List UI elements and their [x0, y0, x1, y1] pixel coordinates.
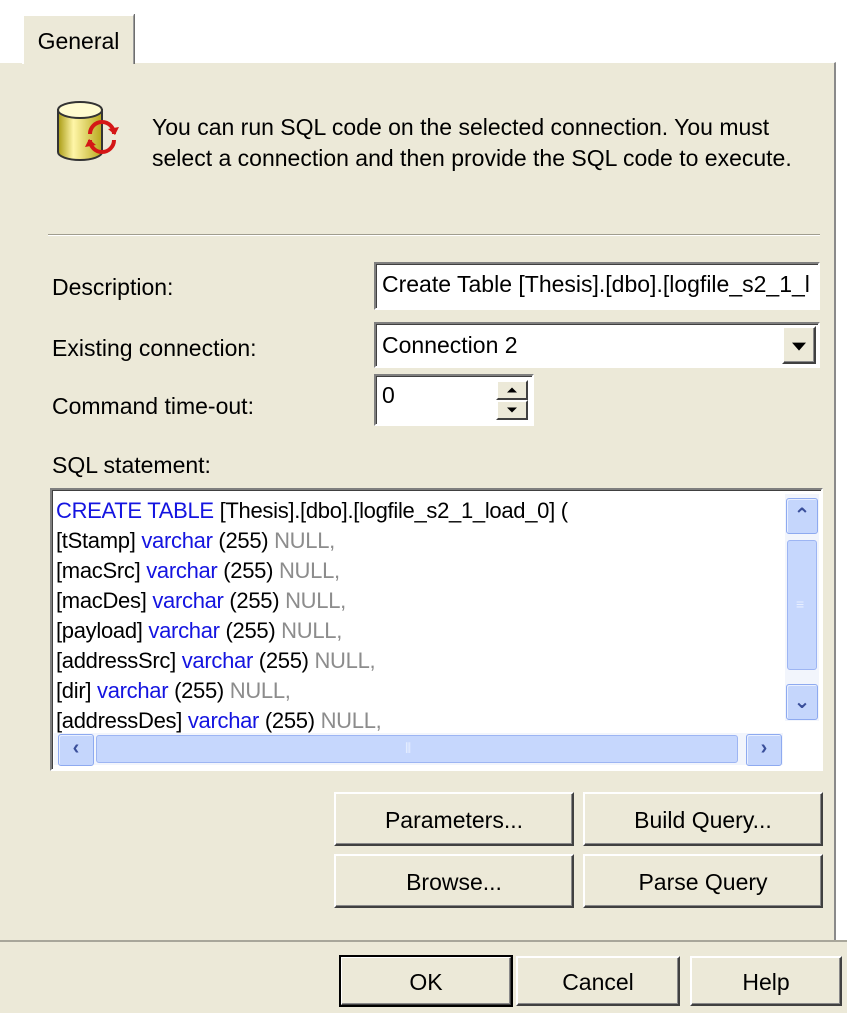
connection-label: Existing connection: [52, 335, 257, 361]
parameters-button[interactable]: Parameters... [334, 792, 574, 846]
sql-line[interactable]: [payload] varchar (255) NULL, [56, 616, 780, 646]
separator [48, 234, 820, 236]
sql-token: NULL, [274, 528, 335, 553]
sql-line[interactable]: [dir] varchar (255) NULL, [56, 676, 780, 706]
spin-down-icon[interactable] [496, 400, 528, 420]
sql-token: (255) [212, 528, 275, 553]
sql-token: NULL, [285, 588, 346, 613]
sql-token: [macSrc] [56, 558, 147, 583]
sql-token: varchar [146, 558, 218, 583]
connection-select[interactable]: Connection 2 [374, 322, 820, 368]
spin-up-icon[interactable] [496, 380, 528, 400]
sql-token: varchar [148, 618, 220, 643]
dropdown-arrow-icon[interactable] [782, 326, 816, 364]
info-text-line: select a connection and then provide the… [152, 145, 792, 171]
sql-statement-label: SQL statement: [52, 452, 211, 478]
parse-query-button[interactable]: Parse Query [583, 854, 823, 908]
tab-general[interactable]: General [22, 14, 134, 64]
database-refresh-icon [52, 96, 122, 166]
sql-token: NULL, [278, 558, 340, 583]
cancel-button[interactable]: Cancel [516, 956, 680, 1006]
description-input[interactable]: Create Table [Thesis].[dbo].[logfile_s2_… [374, 262, 820, 310]
sql-token: [addressDes] [56, 708, 188, 733]
sql-token: varchar [181, 648, 254, 673]
sql-token: [dir] [56, 678, 97, 703]
timeout-value: 0 [382, 382, 395, 408]
connection-value: Connection 2 [382, 332, 518, 358]
scroll-up-icon[interactable]: ⌃ [786, 498, 818, 534]
sql-token: varchar [187, 708, 260, 733]
sql-token: NULL, [320, 708, 382, 733]
sql-line[interactable]: [addressDes] varchar (255) NULL, [56, 706, 780, 736]
sql-token: NULL, [314, 648, 376, 673]
sql-token: NULL, [229, 678, 291, 703]
sql-token: (255) [219, 618, 282, 643]
build-query-button[interactable]: Build Query... [583, 792, 823, 846]
sql-token: (255) [259, 708, 321, 733]
info-text: You can run SQL code on the selected con… [152, 112, 822, 174]
description-label: Description: [52, 274, 174, 300]
sql-token: [Thesis].[dbo].[logfile_s2_1_load_0] ( [213, 498, 568, 523]
sql-token: [payload] [56, 618, 149, 643]
vertical-scroll-thumb[interactable]: ≡ [787, 540, 817, 670]
horizontal-scroll-thumb[interactable]: ⦀ [96, 735, 738, 763]
sql-line[interactable]: [macSrc] varchar (255) NULL, [56, 556, 780, 586]
sql-token: varchar [141, 528, 213, 553]
sql-token: [macDes] [56, 588, 153, 613]
sql-line[interactable]: CREATE TABLE [Thesis].[dbo].[logfile_s2_… [56, 496, 780, 526]
sql-line[interactable]: [macDes] varchar (255) NULL, [56, 586, 780, 616]
horizontal-scrollbar[interactable]: ‹ ⦀ › [54, 733, 783, 766]
info-text-line: You can run SQL code on the selected con… [152, 114, 770, 140]
sql-line[interactable]: [tStamp] varchar (255) NULL, [56, 526, 780, 556]
sql-token: varchar [152, 588, 224, 613]
timeout-label: Command time-out: [52, 393, 254, 419]
sql-statement-editor[interactable]: CREATE TABLE [Thesis].[dbo].[logfile_s2_… [50, 488, 823, 771]
scroll-down-icon[interactable]: ⌄ [786, 684, 818, 720]
sql-token: (255) [217, 558, 279, 583]
sql-token: CREATE TABLE [56, 498, 214, 523]
sql-token: varchar [97, 678, 169, 703]
sql-token: [addressSrc] [56, 648, 182, 673]
sql-token: (255) [168, 678, 230, 703]
sql-token: [tStamp] [56, 528, 142, 553]
sql-token: (255) [252, 648, 315, 673]
ok-button[interactable]: OK [339, 955, 513, 1007]
scroll-right-icon[interactable]: › [746, 734, 782, 766]
help-button[interactable]: Help [690, 956, 842, 1006]
vertical-scrollbar[interactable]: ⌃ ≡ ⌄ [785, 494, 819, 721]
sql-line[interactable]: [addressSrc] varchar (255) NULL, [56, 646, 780, 676]
browse-button[interactable]: Browse... [334, 854, 574, 908]
sql-code[interactable]: CREATE TABLE [Thesis].[dbo].[logfile_s2_… [56, 496, 780, 736]
sql-token: (255) [223, 588, 286, 613]
scroll-left-icon[interactable]: ‹ [58, 734, 94, 766]
sql-token: NULL, [281, 618, 343, 643]
